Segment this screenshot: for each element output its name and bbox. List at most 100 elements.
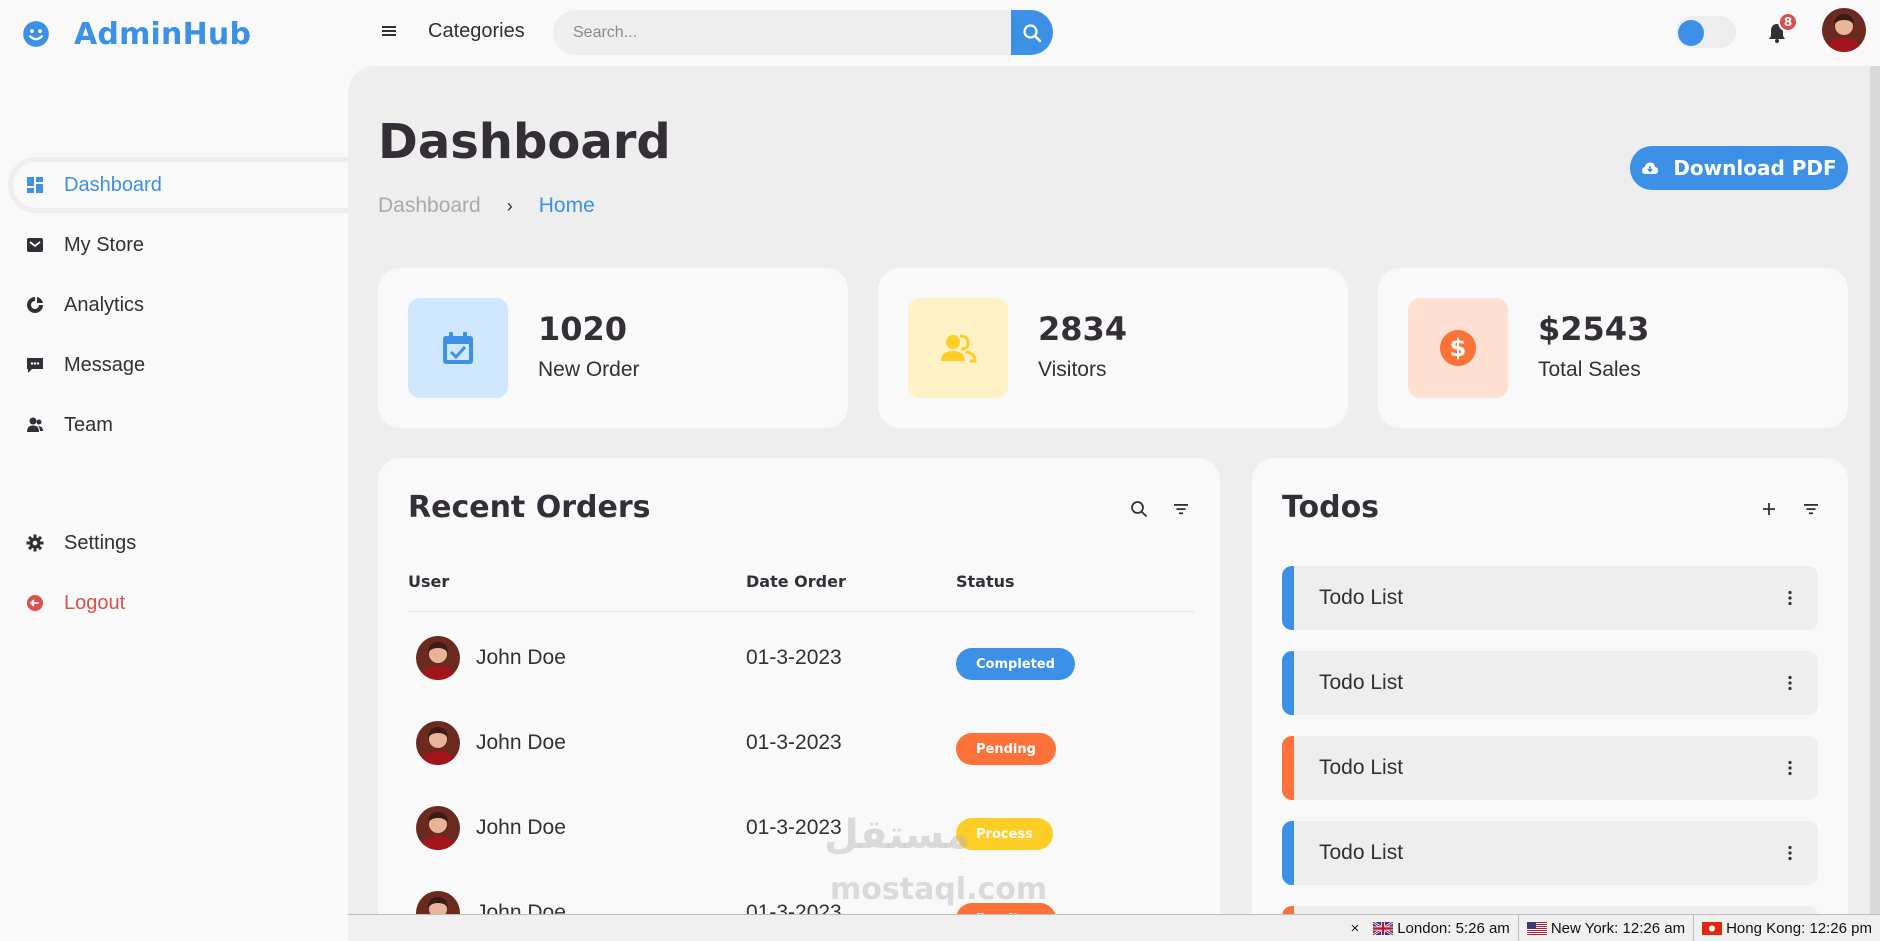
cloud-download-icon: [1642, 162, 1659, 174]
todo-status-bar: [1282, 736, 1294, 800]
column-header-user: User: [408, 572, 450, 591]
avatar-image: [416, 721, 460, 765]
status-badge: Pending: [956, 733, 1056, 765]
clock-new-york: New York: 12:26 am: [1519, 914, 1695, 941]
page-title: Dashboard: [378, 114, 671, 170]
order-user-name: John Doe: [476, 731, 566, 754]
table-row[interactable]: John Doe 01-3-2023 Completed: [408, 614, 1194, 699]
store-icon: [27, 238, 43, 252]
sidebar-item-dashboard[interactable]: Dashboard: [8, 157, 348, 213]
search-input[interactable]: [553, 10, 1011, 55]
more-vertical-icon[interactable]: [1780, 673, 1800, 693]
stat-label: Total Sales: [1538, 358, 1641, 381]
watermark-logo: مستقل: [824, 812, 971, 858]
analytics-icon: [27, 297, 43, 313]
brand-link[interactable]: AdminHub: [22, 14, 251, 54]
todo-status-bar: [1282, 566, 1294, 630]
todo-item[interactable]: Todo List: [1282, 736, 1818, 800]
avatar: [416, 806, 460, 850]
order-user-name: John Doe: [476, 646, 566, 669]
todo-text: Todo List: [1319, 671, 1404, 694]
profile-avatar[interactable]: [1822, 8, 1866, 52]
sidebar-item-label: Logout: [64, 591, 126, 614]
filter-icon[interactable]: [1802, 500, 1820, 518]
stat-value: 2834: [1038, 310, 1128, 348]
dollar-circle-icon: $: [1440, 330, 1476, 366]
plus-icon[interactable]: [1760, 500, 1778, 518]
notification-button[interactable]: 8: [1766, 12, 1798, 46]
stat-label: Visitors: [1038, 358, 1107, 381]
todo-status-bar: [1282, 821, 1294, 885]
search-icon: [1023, 23, 1042, 42]
clock-hong-kong: Hong Kong: 12:26 pm: [1694, 915, 1880, 941]
avatar: [416, 636, 460, 680]
breadcrumb: Dashboard › Home: [378, 194, 595, 218]
stat-value: 1020: [538, 310, 628, 348]
avatar-image: [1822, 8, 1866, 52]
clock-label: London: 5:26 am: [1397, 919, 1510, 937]
clock-bar: × London: 5:26 am New York: 12:26 am Hon…: [348, 914, 1880, 941]
sidebar-menu: Dashboard My Store Analytics Message Tea…: [8, 155, 348, 455]
sidebar-item-label: Message: [64, 353, 146, 376]
uk-flag-icon: [1373, 921, 1394, 935]
sidebar-item-team[interactable]: Team: [8, 395, 348, 455]
clock-label: Hong Kong: 12:26 pm: [1726, 919, 1872, 937]
team-icon: [27, 417, 43, 432]
sidebar-item-label: Analytics: [64, 293, 145, 316]
panel-tools: [1760, 500, 1820, 518]
theme-toggle[interactable]: [1676, 16, 1736, 48]
column-header-status: Status: [956, 572, 1015, 591]
group-icon: [941, 334, 977, 363]
todo-item[interactable]: Todo List: [1282, 566, 1818, 630]
todo-item[interactable]: Todo List: [1282, 651, 1818, 715]
stat-card-total-sales: $ $2543 Total Sales: [1378, 268, 1848, 428]
breadcrumb-dashboard[interactable]: Dashboard: [378, 194, 481, 218]
message-icon: [27, 358, 43, 373]
stat-label: New Order: [538, 358, 640, 381]
sidebar-item-logout[interactable]: Logout: [8, 573, 348, 633]
orders-table-header: User Date Order Status: [408, 570, 1194, 612]
sidebar-item-label: Settings: [64, 531, 137, 554]
watermark-url: mostaql.com: [830, 872, 1048, 907]
column-header-date: Date Order: [746, 572, 846, 591]
us-flag-icon: [1526, 921, 1547, 935]
download-pdf-label: Download PDF: [1673, 156, 1837, 180]
close-icon[interactable]: ×: [1350, 920, 1359, 937]
download-pdf-button[interactable]: Download PDF: [1630, 146, 1848, 190]
sidebar-bottom-menu: Settings Logout: [8, 513, 348, 633]
filter-icon[interactable]: [1172, 500, 1190, 518]
categories-link[interactable]: Categories: [428, 20, 525, 43]
order-date: 01-3-2023: [746, 646, 842, 669]
sidebar-item-analytics[interactable]: Analytics: [8, 275, 348, 335]
sidebar-item-label: Team: [64, 413, 113, 436]
todo-text: Todo List: [1319, 586, 1404, 609]
todo-item[interactable]: Todo List: [1282, 821, 1818, 885]
svg-text:$: $: [1450, 334, 1467, 362]
chevron-right-icon: ›: [506, 195, 513, 216]
stat-icon-box: $: [1408, 298, 1508, 398]
menu-icon[interactable]: [380, 22, 398, 40]
table-row[interactable]: John Doe 01-3-2023 Process: [408, 784, 1194, 869]
status-badge: Process: [956, 818, 1053, 850]
breadcrumb-home[interactable]: Home: [539, 194, 595, 218]
stat-card-visitors: 2834 Visitors: [878, 268, 1348, 428]
toggle-knob: [1678, 20, 1704, 46]
sidebar-item-settings[interactable]: Settings: [8, 513, 348, 573]
table-row[interactable]: John Doe 01-3-2023 Pending: [408, 699, 1194, 784]
sidebar-item-message[interactable]: Message: [8, 335, 348, 395]
order-user-name: John Doe: [476, 816, 566, 839]
todo-status-bar: [1282, 651, 1294, 715]
window-scrollbar[interactable]: [1870, 66, 1880, 914]
order-date: 01-3-2023: [746, 731, 842, 754]
sidebar-item-my-store[interactable]: My Store: [8, 215, 348, 275]
search-icon[interactable]: [1130, 500, 1148, 518]
search-button[interactable]: [1011, 10, 1053, 55]
clock-london: London: 5:26 am: [1365, 914, 1519, 941]
more-vertical-icon[interactable]: [1780, 588, 1800, 608]
more-vertical-icon[interactable]: [1780, 758, 1800, 778]
recent-orders-panel: Recent Orders User Date Order Status Joh…: [378, 458, 1220, 941]
more-vertical-icon[interactable]: [1780, 843, 1800, 863]
clock-label: New York: 12:26 am: [1550, 919, 1686, 937]
todos-panel: Todos Todo List Todo List Todo List Todo…: [1252, 458, 1848, 941]
todo-text: Todo List: [1319, 756, 1404, 779]
